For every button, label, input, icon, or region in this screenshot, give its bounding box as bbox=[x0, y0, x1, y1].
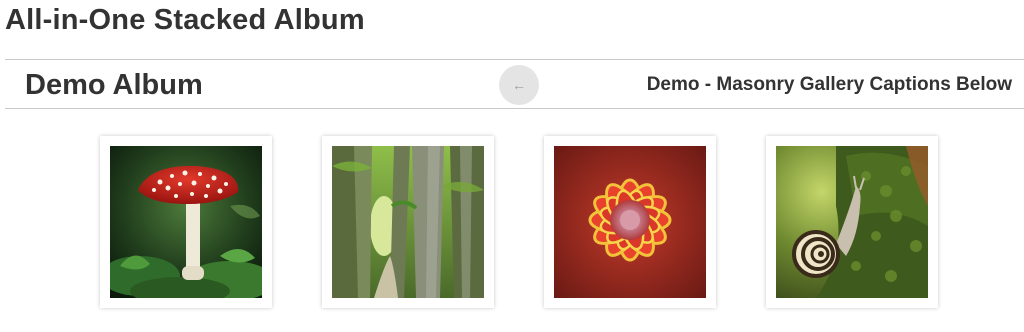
gallery-thumbnail-mushroom[interactable] bbox=[100, 136, 272, 308]
page-title: All-in-One Stacked Album bbox=[5, 4, 365, 36]
album-title: Demo Album bbox=[25, 69, 203, 101]
back-arrow-button[interactable]: ← bbox=[499, 65, 539, 105]
gallery-thumbnail-snail[interactable] bbox=[766, 136, 938, 308]
forest-path-image bbox=[332, 146, 484, 298]
red-mushroom-image bbox=[110, 146, 262, 298]
gallery-title: Demo - Masonry Gallery Captions Below bbox=[646, 74, 1012, 95]
gallery-thumbnail-forest-path[interactable] bbox=[322, 136, 494, 308]
snail-on-moss-image bbox=[776, 146, 928, 298]
gallery-thumbnail-dahlia[interactable] bbox=[544, 136, 716, 308]
album-header: Demo Album ← Demo - Masonry Gallery Capt… bbox=[5, 59, 1024, 109]
red-dahlia-image bbox=[554, 146, 706, 298]
arrow-left-icon: ← bbox=[512, 77, 526, 93]
